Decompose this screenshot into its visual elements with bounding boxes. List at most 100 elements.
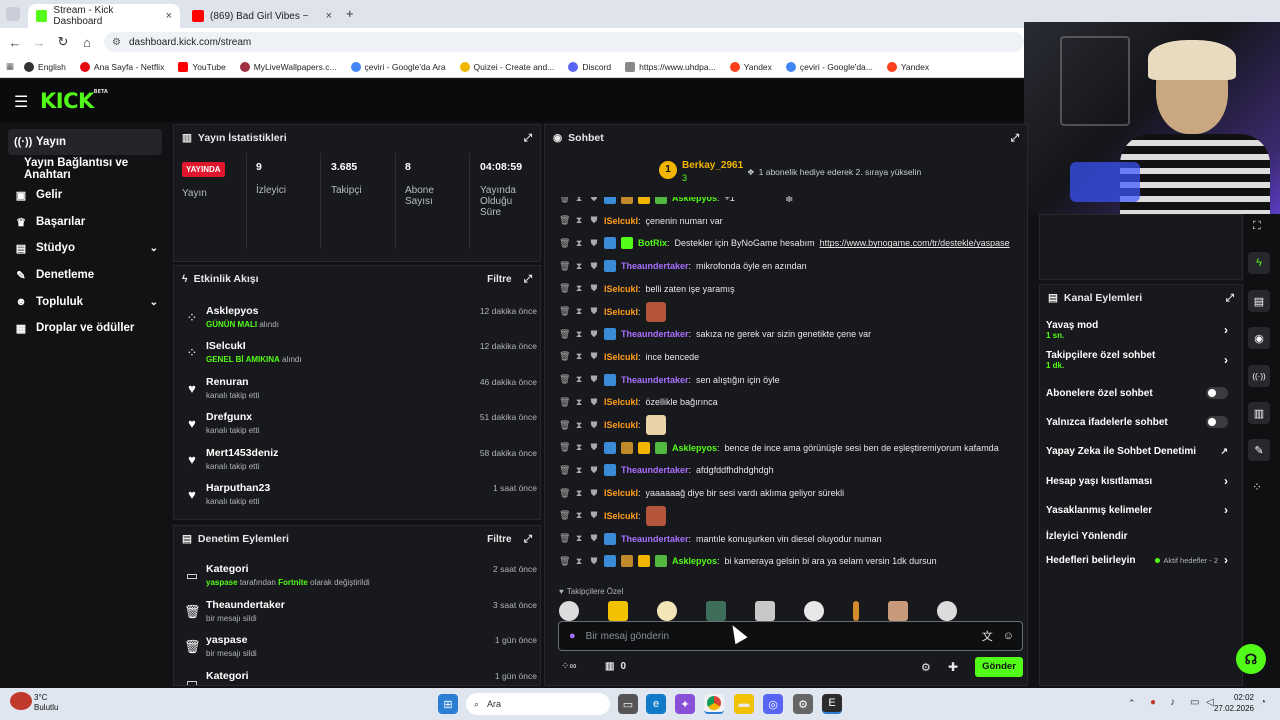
tray-app-icon[interactable]: ● xyxy=(1150,697,1156,708)
close-tab-icon[interactable]: × xyxy=(166,10,172,22)
bookmark-item[interactable]: çeviri - Google'da Ara xyxy=(350,61,446,72)
broadcast-icon[interactable]: ((·)) xyxy=(1248,365,1270,387)
chat-username[interactable]: Theaundertaker xyxy=(621,534,689,544)
chat-link[interactable]: https://www.bynogame.com/tr/destekle/yas… xyxy=(820,238,1010,248)
ban-icon[interactable]: ⛊ xyxy=(589,465,599,476)
delete-message-icon[interactable]: 🗑 xyxy=(559,397,570,408)
channel-action-item[interactable]: Yavaş mod 1 sn. › xyxy=(1046,317,1228,343)
filter-button[interactable]: Filtre xyxy=(487,534,511,545)
channel-action-item[interactable]: Yalnızca ifadelerle sohbet xyxy=(1046,409,1228,435)
channel-action-item[interactable]: Takipçilere özel sohbet 1 dk. › xyxy=(1046,347,1228,373)
timeout-icon[interactable]: ⧗ xyxy=(574,306,584,317)
address-bar[interactable]: ⚙ dashboard.kick.com/stream xyxy=(104,32,1024,52)
delete-message-icon[interactable]: 🗑 xyxy=(559,351,570,362)
community-icon[interactable]: ⁘ xyxy=(1252,480,1262,494)
support-icon[interactable]: ☊ xyxy=(1236,644,1266,674)
sidebar-item-droplar[interactable]: ▦ Droplar ve ödüller xyxy=(8,315,162,341)
ban-icon[interactable]: ⛊ xyxy=(589,238,599,249)
channel-action-item[interactable]: Hesap yaşı kısıtlaması › xyxy=(1046,468,1228,494)
timeout-icon[interactable]: ⧗ xyxy=(574,420,584,431)
kick-logo[interactable]: KICKBETA xyxy=(40,89,108,113)
sidebar-item-topluluk[interactable]: ☻ Topluluk ⌄ xyxy=(8,289,162,315)
channel-action-item[interactable]: Yasaklanmış kelimeler › xyxy=(1046,497,1228,523)
ban-icon[interactable]: ⛊ xyxy=(589,488,599,499)
notification-icon[interactable]: ◔ xyxy=(1260,697,1266,708)
top-gifter-name[interactable]: Berkay_2961 xyxy=(682,160,743,171)
delete-message-icon[interactable]: 🗑 xyxy=(559,442,570,453)
layout-icon[interactable]: ▥ xyxy=(1248,402,1270,424)
apps-icon[interactable]: ▦ xyxy=(6,61,14,72)
chat-username[interactable]: Theaundertaker xyxy=(621,261,689,271)
emote-icon[interactable] xyxy=(937,601,957,621)
channel-action-item[interactable]: İzleyici Yönlendir xyxy=(1046,523,1228,549)
ban-icon[interactable]: ⛊ xyxy=(589,351,599,362)
delete-message-icon[interactable]: 🗑 xyxy=(559,420,570,431)
sidebar-item-denetleme[interactable]: ✎ Denetleme xyxy=(8,262,162,288)
popout-icon[interactable]: ⤢ xyxy=(524,533,532,546)
emote-icon[interactable] xyxy=(706,601,726,621)
bookmark-item[interactable]: YouTube xyxy=(178,61,226,72)
emote-icon[interactable] xyxy=(608,601,628,621)
chat-username[interactable]: Theaundertaker xyxy=(621,465,689,475)
toggle-switch[interactable] xyxy=(1206,416,1228,428)
windows-start-icon[interactable]: ⊞ xyxy=(438,694,458,714)
points-indicator[interactable]: ⁘∞ xyxy=(561,661,577,672)
file-explorer-icon[interactable]: ▬ xyxy=(734,694,754,714)
chat-username[interactable]: Asklepyos xyxy=(672,556,717,566)
ban-icon[interactable]: ⛊ xyxy=(589,197,599,204)
bookmark-item[interactable]: Yandex xyxy=(729,61,772,72)
sidebar-item-gelir[interactable]: ▣ Gelir xyxy=(8,182,162,208)
timeout-icon[interactable]: ⧗ xyxy=(574,556,584,567)
translate-icon[interactable]: 文 xyxy=(982,628,993,644)
discord-icon[interactable]: ◎ xyxy=(763,694,783,714)
ban-icon[interactable]: ⛊ xyxy=(589,306,599,317)
ban-icon[interactable]: ⛊ xyxy=(589,374,599,385)
forward-icon[interactable]: → xyxy=(27,35,51,50)
emoji-icon[interactable]: ☺ xyxy=(1003,630,1014,642)
popout-icon[interactable]: ⤢ xyxy=(524,132,532,145)
timeout-icon[interactable]: ⧗ xyxy=(574,488,584,499)
timeout-icon[interactable]: ⧗ xyxy=(574,465,584,476)
clock[interactable]: 02:02 27.02.2026 xyxy=(1212,692,1254,714)
microphone-icon[interactable]: ♪ xyxy=(1170,697,1175,708)
timeout-icon[interactable]: ⧗ xyxy=(574,215,584,226)
channel-action-item[interactable]: Abonelere özel sohbet xyxy=(1046,380,1228,406)
delete-message-icon[interactable]: 🗑 xyxy=(559,533,570,544)
menu-icon[interactable]: ☰ xyxy=(14,92,28,112)
timeout-icon[interactable]: ⧗ xyxy=(574,533,584,544)
delete-message-icon[interactable]: 🗑 xyxy=(559,510,570,521)
puzzle-icon[interactable]: ✚ xyxy=(948,660,958,674)
home-icon[interactable]: ⌂ xyxy=(75,35,99,50)
sidebar-item-basarilar[interactable]: ♛ Başarılar xyxy=(8,209,162,235)
timeout-icon[interactable]: ⧗ xyxy=(574,329,584,340)
emote-icon[interactable] xyxy=(853,601,859,621)
chat-username[interactable]: ISelcukI xyxy=(604,397,638,407)
bookmark-item[interactable]: Ana Sayfa - Netflix xyxy=(79,61,164,72)
delete-message-icon[interactable]: 🗑 xyxy=(559,329,570,340)
delete-message-icon[interactable]: 🗑 xyxy=(559,283,570,294)
reload-icon[interactable]: ↻ xyxy=(51,34,75,50)
chat-username[interactable]: Theaundertaker xyxy=(621,375,689,385)
chat-input-box[interactable]: ● Bir mesaj gönderin 文 ☺ xyxy=(558,621,1023,651)
popout-icon[interactable]: ⤢ xyxy=(524,273,532,286)
chat-username[interactable]: Theaundertaker xyxy=(621,329,689,339)
ban-icon[interactable]: ⛊ xyxy=(589,261,599,272)
emote-icon[interactable] xyxy=(559,601,579,621)
delete-message-icon[interactable]: 🗑 xyxy=(559,374,570,385)
toggle-switch[interactable] xyxy=(1206,387,1228,399)
channel-points[interactable]: ▥ 0 xyxy=(605,661,626,672)
back-icon[interactable]: ← xyxy=(3,35,27,50)
ban-icon[interactable]: ⛊ xyxy=(589,556,599,567)
timeout-icon[interactable]: ⧗ xyxy=(574,442,584,453)
bookmark-item[interactable]: Discord xyxy=(568,61,611,72)
timeout-icon[interactable]: ⧗ xyxy=(574,510,584,521)
delete-message-icon[interactable]: 🗑 xyxy=(559,238,570,249)
filter-button[interactable]: Filtre xyxy=(487,274,511,285)
chat-username[interactable]: Asklepyos xyxy=(672,443,717,453)
delete-message-icon[interactable]: 🗑 xyxy=(559,465,570,476)
ban-icon[interactable]: ⛊ xyxy=(589,420,599,431)
copilot-icon[interactable]: ✦ xyxy=(675,694,695,714)
bookmark-item[interactable]: Quizei - Create and... xyxy=(459,61,554,72)
delete-message-icon[interactable]: 🗑 xyxy=(559,197,570,204)
ban-icon[interactable]: ⛊ xyxy=(589,283,599,294)
